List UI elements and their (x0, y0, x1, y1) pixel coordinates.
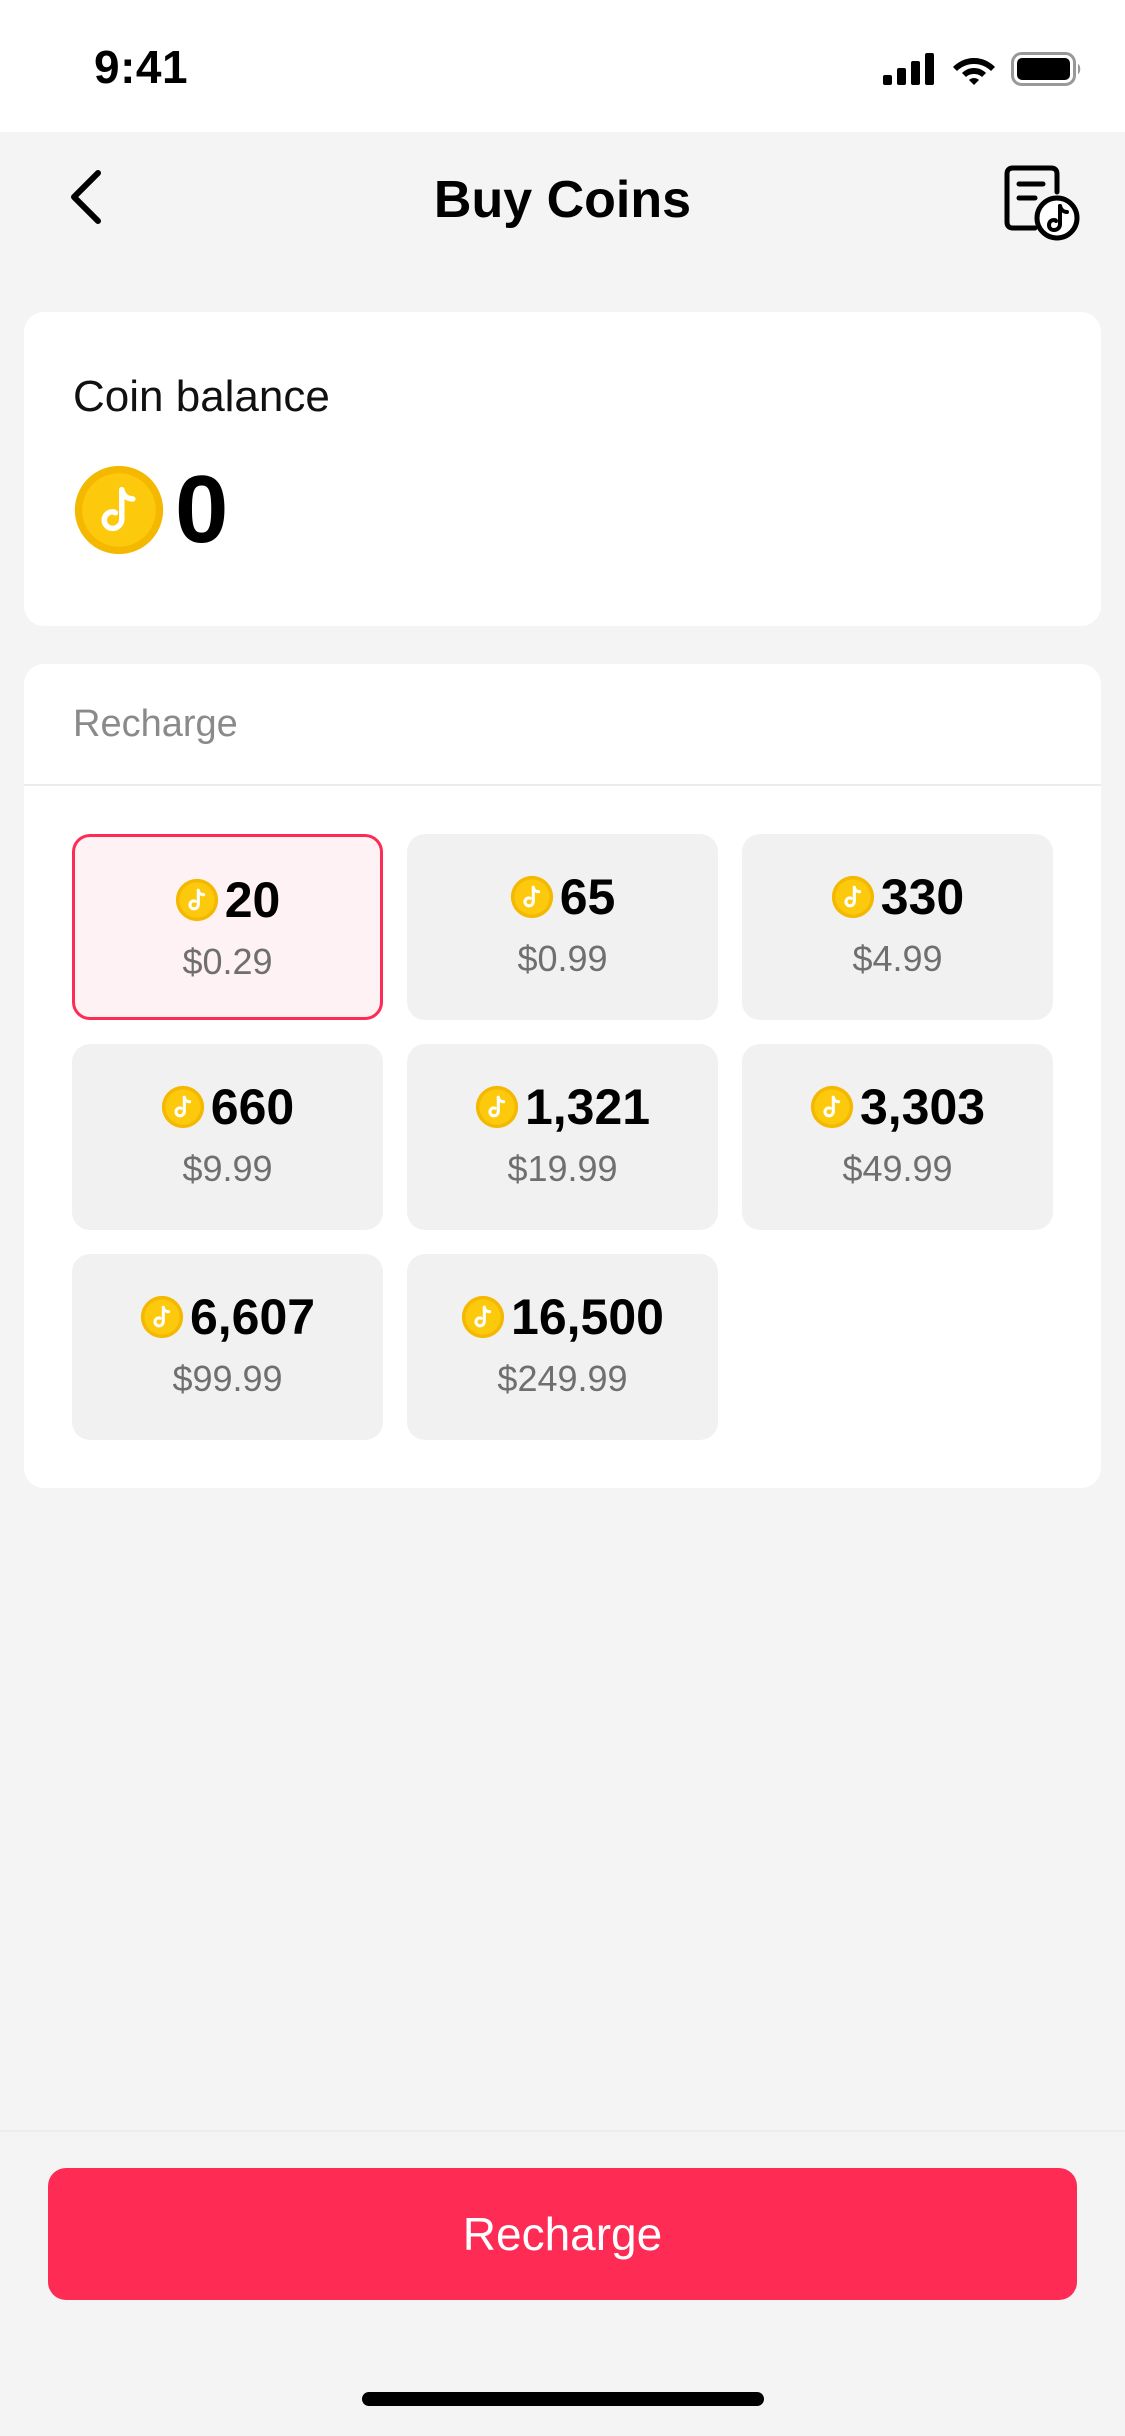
coin-package-price: $0.99 (517, 938, 608, 979)
coin-package-amount-row: 3,303 (742, 1082, 1053, 1132)
coin-package-price: $249.99 (497, 1358, 628, 1399)
coin-package-option[interactable]: 330 $4.99 (742, 834, 1053, 1020)
coin-package-price: $0.29 (182, 941, 273, 982)
coin-package-amount-row: 16,500 (407, 1292, 718, 1342)
wifi-icon (953, 58, 995, 85)
coin-package-amount: 330 (880, 869, 965, 925)
coin-icon (161, 1085, 204, 1129)
coin-package-price: $49.99 (842, 1148, 953, 1189)
coin-package-amount: 660 (210, 1079, 295, 1135)
coin-package-option[interactable]: 3,303 $49.99 (742, 1044, 1053, 1230)
coin-package-price: $99.99 (172, 1358, 283, 1399)
coin-package-option[interactable]: 6,607 $99.99 (72, 1254, 383, 1440)
recharge-button[interactable]: Recharge (48, 2168, 1077, 2300)
battery-icon (1011, 52, 1081, 86)
home-indicator (362, 2392, 764, 2406)
coin-package-price: $4.99 (852, 938, 943, 979)
coin-package-amount-row: 330 (742, 872, 1053, 922)
coin-package-amount-row: 65 (407, 872, 718, 922)
nav-bar: Buy Coins (0, 132, 1125, 264)
coin-icon (74, 465, 164, 555)
coin-balance-label: Coin balance (73, 372, 330, 421)
coin-package-option[interactable]: 660 $9.99 (72, 1044, 383, 1230)
coin-package-amount: 6,607 (189, 1289, 316, 1345)
transaction-history-icon (1004, 165, 1080, 241)
coin-package-price: $9.99 (182, 1148, 273, 1189)
coin-package-amount-row: 1,321 (407, 1082, 718, 1132)
cellular-signal-icon (883, 53, 934, 85)
coin-icon (175, 878, 218, 922)
coin-package-amount-row: 660 (72, 1082, 383, 1132)
recharge-card: Recharge 20 $0.29 65 $0.99 330 $4.99 660 $9.99 1… (24, 664, 1101, 1488)
coin-package-option[interactable]: 20 $0.29 (72, 834, 383, 1020)
coin-package-amount: 1,321 (524, 1079, 651, 1135)
bottom-bar: Recharge (0, 2130, 1125, 2436)
buy-coins-screen: 9:41 Buy Coins Coin balance 0 Recharge 2… (0, 0, 1125, 2436)
coin-icon (475, 1085, 519, 1129)
coin-balance-row: 0 (73, 462, 228, 558)
coin-package-price: $19.99 (507, 1148, 618, 1189)
coin-balance-card: Coin balance 0 (24, 312, 1101, 626)
coin-icon (510, 875, 553, 919)
coin-icon (461, 1295, 505, 1339)
transaction-history-button[interactable] (1001, 162, 1081, 242)
coin-package-amount: 20 (224, 872, 281, 928)
coin-package-amount: 16,500 (511, 1289, 664, 1345)
status-time: 9:41 (94, 41, 189, 93)
coin-package-option[interactable]: 1,321 $19.99 (407, 1044, 718, 1230)
coin-icon (140, 1295, 184, 1339)
page-title: Buy Coins (433, 171, 692, 229)
coin-package-amount-row: 6,607 (72, 1292, 383, 1342)
status-bar: 9:41 (0, 0, 1125, 132)
coin-package-amount: 65 (559, 869, 616, 925)
coin-package-option[interactable]: 16,500 $249.99 (407, 1254, 718, 1440)
coin-package-option[interactable]: 65 $0.99 (407, 834, 718, 1020)
coin-package-amount-row: 20 (75, 875, 380, 925)
recharge-section-heading: Recharge (24, 664, 1101, 786)
coin-balance-value: 0 (175, 456, 229, 563)
status-icons (883, 52, 1083, 86)
coin-icon (810, 1085, 854, 1129)
coin-package-amount: 3,303 (859, 1079, 986, 1135)
coin-icon (831, 875, 874, 919)
